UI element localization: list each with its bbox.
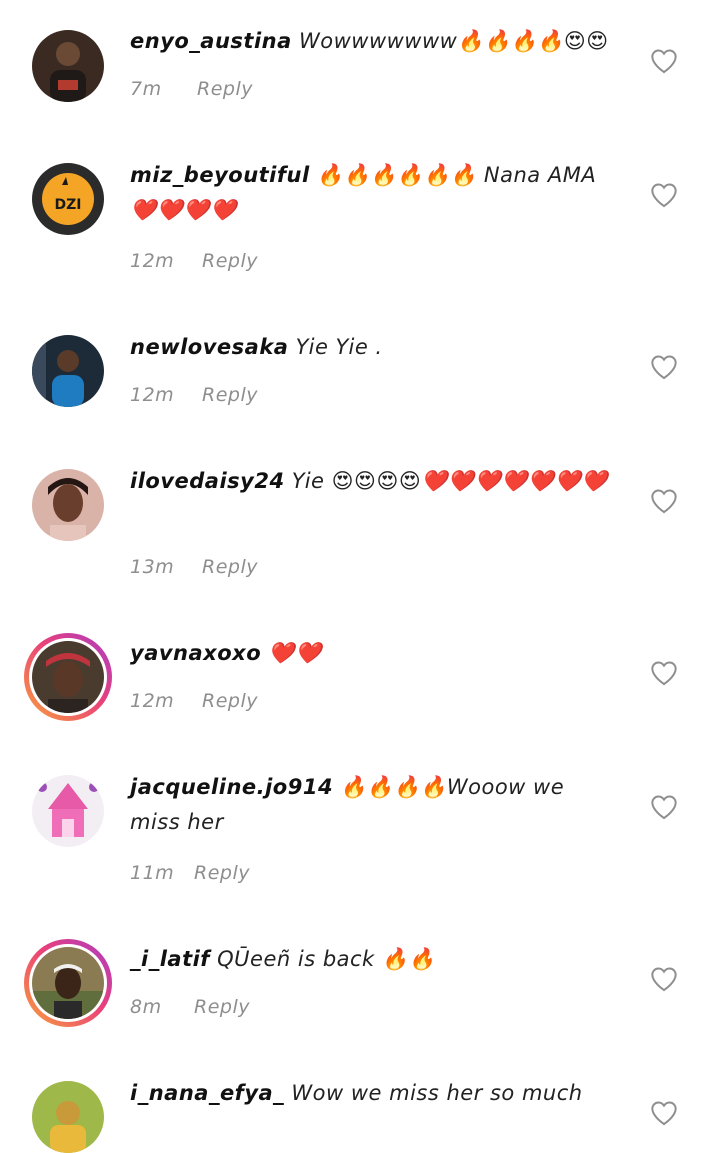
comment-text: QŪeeñ is back 🔥🔥 <box>217 947 436 971</box>
comment-meta: 8m Reply <box>130 996 249 1018</box>
comment-time: 12m <box>130 690 175 712</box>
reply-button[interactable]: Reply <box>202 384 258 406</box>
comment-time: 7m <box>130 78 162 100</box>
comment-username[interactable]: ilovedaisy24 <box>130 469 285 493</box>
avatar[interactable]: DZI <box>32 163 104 235</box>
avatar[interactable] <box>32 1081 104 1153</box>
avatar[interactable] <box>32 469 104 541</box>
avatar[interactable] <box>32 335 104 407</box>
comment-body: yavnaxoxo ❤️❤️ <box>130 636 620 671</box>
comment-meta: 11m Reply <box>130 862 249 884</box>
comment-meta: 13m Reply <box>130 556 257 578</box>
comment-body: miz_beyoutiful 🔥🔥🔥🔥🔥🔥 Nana AMA ❤️❤️❤️❤️ <box>130 158 620 228</box>
comment-meta: 12m Reply <box>130 250 257 272</box>
like-heart-icon[interactable] <box>650 794 678 820</box>
avatar-image <box>32 30 104 102</box>
comment-text: Wowwwwwww🔥🔥🔥🔥😍😍 <box>298 29 609 53</box>
like-heart-icon[interactable] <box>650 354 678 380</box>
avatar-story-ring[interactable] <box>24 633 112 721</box>
avatar-story-ring[interactable] <box>24 939 112 1027</box>
like-heart-icon[interactable] <box>650 48 678 74</box>
svg-text:DZI: DZI <box>55 197 82 213</box>
avatar[interactable] <box>32 775 104 847</box>
comment-time: 13m <box>130 556 175 578</box>
comment-body: i_nana_efya_ Wow we miss her so much <box>130 1076 620 1111</box>
comment-time: 12m <box>130 384 175 406</box>
avatar-image <box>32 947 104 1019</box>
comment-body: _i_latif QŪeeñ is back 🔥🔥 <box>130 942 620 977</box>
comment-username[interactable]: yavnaxoxo <box>130 641 261 665</box>
avatar-image <box>32 775 104 847</box>
comment-body: ilovedaisy24 Yie 😍😍😍😍❤️❤️❤️❤️❤️❤️❤️ <box>130 464 620 499</box>
comment-time: 12m <box>130 250 175 272</box>
avatar-image: DZI <box>32 163 104 235</box>
comment-text: ❤️❤️ <box>268 641 322 665</box>
avatar-image <box>32 1081 104 1153</box>
comment-username[interactable]: newlovesaka <box>130 335 288 359</box>
comment-username[interactable]: miz_beyoutiful <box>130 163 310 187</box>
like-heart-icon[interactable] <box>650 1100 678 1126</box>
comment-body: enyo_austina Wowwwwwww🔥🔥🔥🔥😍😍 <box>130 24 620 59</box>
comment-username[interactable]: _i_latif <box>130 947 210 971</box>
avatar[interactable] <box>32 30 104 102</box>
reply-button[interactable]: Reply <box>194 996 250 1018</box>
reply-button[interactable]: Reply <box>202 556 258 578</box>
avatar-image <box>32 335 104 407</box>
comment-text: Yie Yie . <box>295 335 383 359</box>
comment-text: Wow we miss her so much <box>291 1081 583 1105</box>
comment-username[interactable]: i_nana_efya_ <box>130 1081 284 1105</box>
like-heart-icon[interactable] <box>650 182 678 208</box>
comment-username[interactable]: enyo_austina <box>130 29 292 53</box>
like-heart-icon[interactable] <box>650 488 678 514</box>
comment-username[interactable]: jacqueline.jo914 <box>130 775 333 799</box>
reply-button[interactable]: Reply <box>202 250 258 272</box>
comment-meta: 12m Reply <box>130 690 257 712</box>
reply-button[interactable]: Reply <box>202 690 258 712</box>
comment-meta: 7m Reply <box>130 78 252 100</box>
avatar-ring-gap <box>29 638 107 716</box>
avatar-image <box>32 641 104 713</box>
comment-time: 8m <box>130 996 162 1018</box>
like-heart-icon[interactable] <box>650 660 678 686</box>
comment-time: 11m <box>130 862 175 884</box>
avatar-ring-gap <box>29 944 107 1022</box>
like-heart-icon[interactable] <box>650 966 678 992</box>
comment-text: Yie 😍😍😍😍❤️❤️❤️❤️❤️❤️❤️ <box>291 469 608 493</box>
reply-button[interactable]: Reply <box>197 78 253 100</box>
comment-body: jacqueline.jo914 🔥🔥🔥🔥Wooow we miss her <box>130 770 620 840</box>
avatar-image <box>32 469 104 541</box>
comment-body: newlovesaka Yie Yie . <box>130 330 620 365</box>
comment-meta: 12m Reply <box>130 384 257 406</box>
reply-button[interactable]: Reply <box>194 862 250 884</box>
